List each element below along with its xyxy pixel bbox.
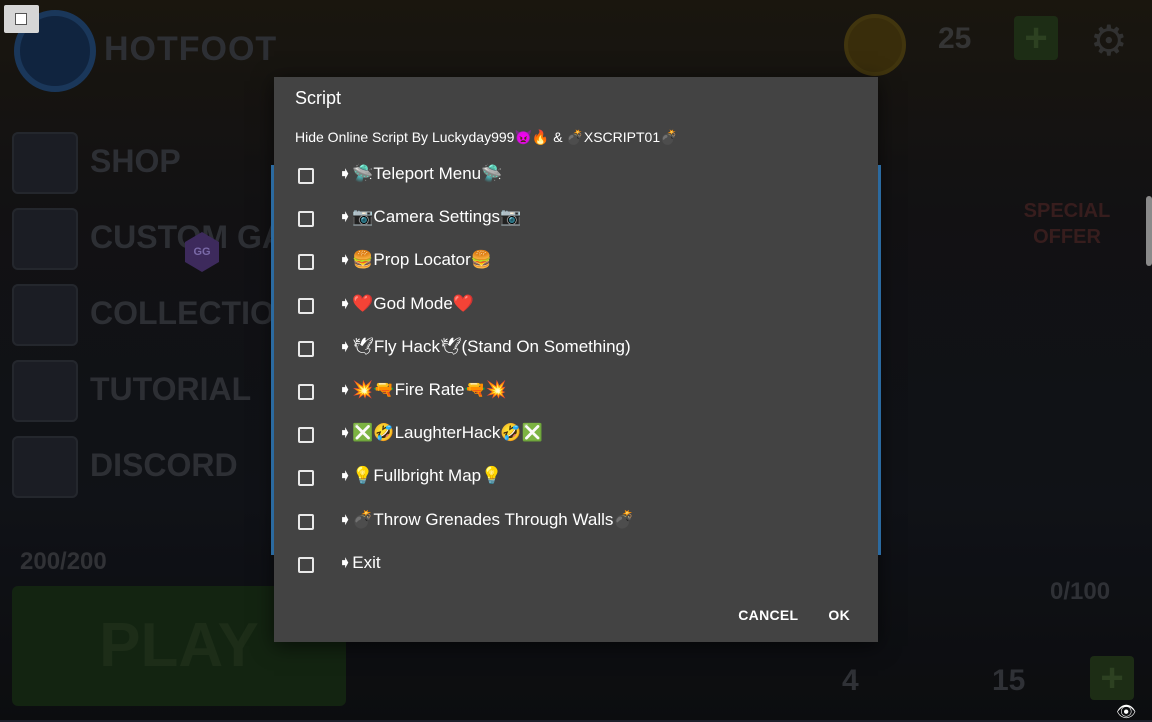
cancel-button[interactable]: CANCEL [738, 607, 798, 623]
add-coins-icon: + [1014, 16, 1058, 60]
dialog-edge-right [878, 165, 881, 555]
menu-discord: DISCORD [90, 447, 238, 483]
option-fire-rate[interactable]: ➧💥🔫Fire Rate🔫💥 [274, 370, 878, 413]
option-label: ➧🕊Fly Hack🕊(Stand On Something) [338, 336, 631, 356]
menu-shop: SHOP [90, 143, 181, 179]
checkbox[interactable] [298, 168, 314, 184]
item-count-a: 4 [842, 664, 859, 697]
option-label: ➧📷Camera Settings📷 [338, 207, 522, 227]
option-label: ➧❤️God Mode❤️ [338, 293, 474, 313]
dialog-title: Script [295, 88, 342, 108]
option-fly-hack[interactable]: ➧🕊Fly Hack🕊(Stand On Something) [274, 327, 878, 370]
checkbox[interactable] [298, 427, 314, 444]
option-laughter-hack[interactable]: ➧❎🤣LaughterHack🤣❎ [274, 413, 878, 456]
item-count-b: 15 [992, 664, 1026, 697]
option-teleport-menu[interactable]: ➧🛸Teleport Menu🛸 [274, 154, 878, 197]
collection-icon [12, 284, 78, 346]
option-label: ➧💡Fullbright Map💡 [338, 466, 503, 486]
star-coin-icon [844, 14, 906, 76]
discord-icon [12, 436, 78, 498]
checkbox[interactable] [298, 556, 314, 573]
scrollbar[interactable] [1146, 196, 1152, 266]
option-god-mode[interactable]: ➧❤️God Mode❤️ [274, 284, 878, 327]
tutorial-icon [12, 360, 78, 422]
option-exit[interactable]: ➧Exit [274, 543, 878, 586]
game-title: HOTFOOT [104, 30, 278, 68]
option-label: ➧💥🔫Fire Rate🔫💥 [338, 379, 507, 399]
ok-button[interactable]: OK [828, 607, 850, 623]
progress-counter: 0/100 [1050, 578, 1111, 605]
option-throw-grenades[interactable]: ➧💣Throw Grenades Through Walls💣 [274, 500, 878, 543]
menu-collection: COLLECTION [90, 295, 298, 331]
shop-icon [12, 132, 78, 194]
checkbox[interactable] [298, 340, 314, 357]
option-camera-settings[interactable]: ➧📷Camera Settings📷 [274, 197, 878, 240]
coin-count: 25 [938, 22, 972, 55]
option-label: ➧🍔Prop Locator🍔 [338, 250, 492, 270]
energy-counter: 200/200 [20, 548, 107, 575]
option-label: ➧❎🤣LaughterHack🤣❎ [338, 423, 543, 443]
add-item-icon: + [1090, 656, 1134, 700]
gear-icon: ⚙ [1090, 17, 1128, 64]
option-prop-locator[interactable]: ➧🍔Prop Locator🍔 [274, 240, 878, 283]
option-list: ➧🛸Teleport Menu🛸 ➧📷Camera Settings📷 ➧🍔Pr… [274, 154, 878, 586]
option-label: ➧💣Throw Grenades Through Walls💣 [338, 509, 635, 529]
checkbox[interactable] [298, 297, 314, 314]
custom-game-icon [12, 208, 78, 270]
eye-icon[interactable]: 👁 [1116, 702, 1136, 722]
option-label: ➧🛸Teleport Menu🛸 [338, 164, 503, 183]
dialog-actions: CANCEL OK [738, 607, 850, 623]
script-dialog: Script Hide Online Script By Luckyday999… [271, 77, 881, 642]
stop-button[interactable] [4, 5, 39, 33]
checkbox[interactable] [298, 211, 314, 228]
checkbox[interactable] [298, 513, 314, 530]
special-offer-banner: SPECIAL OFFER [1023, 200, 1111, 248]
menu-tutorial: TUTORIAL [90, 371, 252, 407]
checkbox[interactable] [298, 470, 314, 487]
checkbox[interactable] [298, 383, 314, 400]
checkbox[interactable] [298, 254, 314, 271]
option-fullbright-map[interactable]: ➧💡Fullbright Map💡 [274, 456, 878, 499]
dialog-subtitle: Hide Online Script By Luckyday999👿🔥 & 💣X… [295, 129, 678, 145]
option-label: ➧Exit [338, 552, 381, 572]
